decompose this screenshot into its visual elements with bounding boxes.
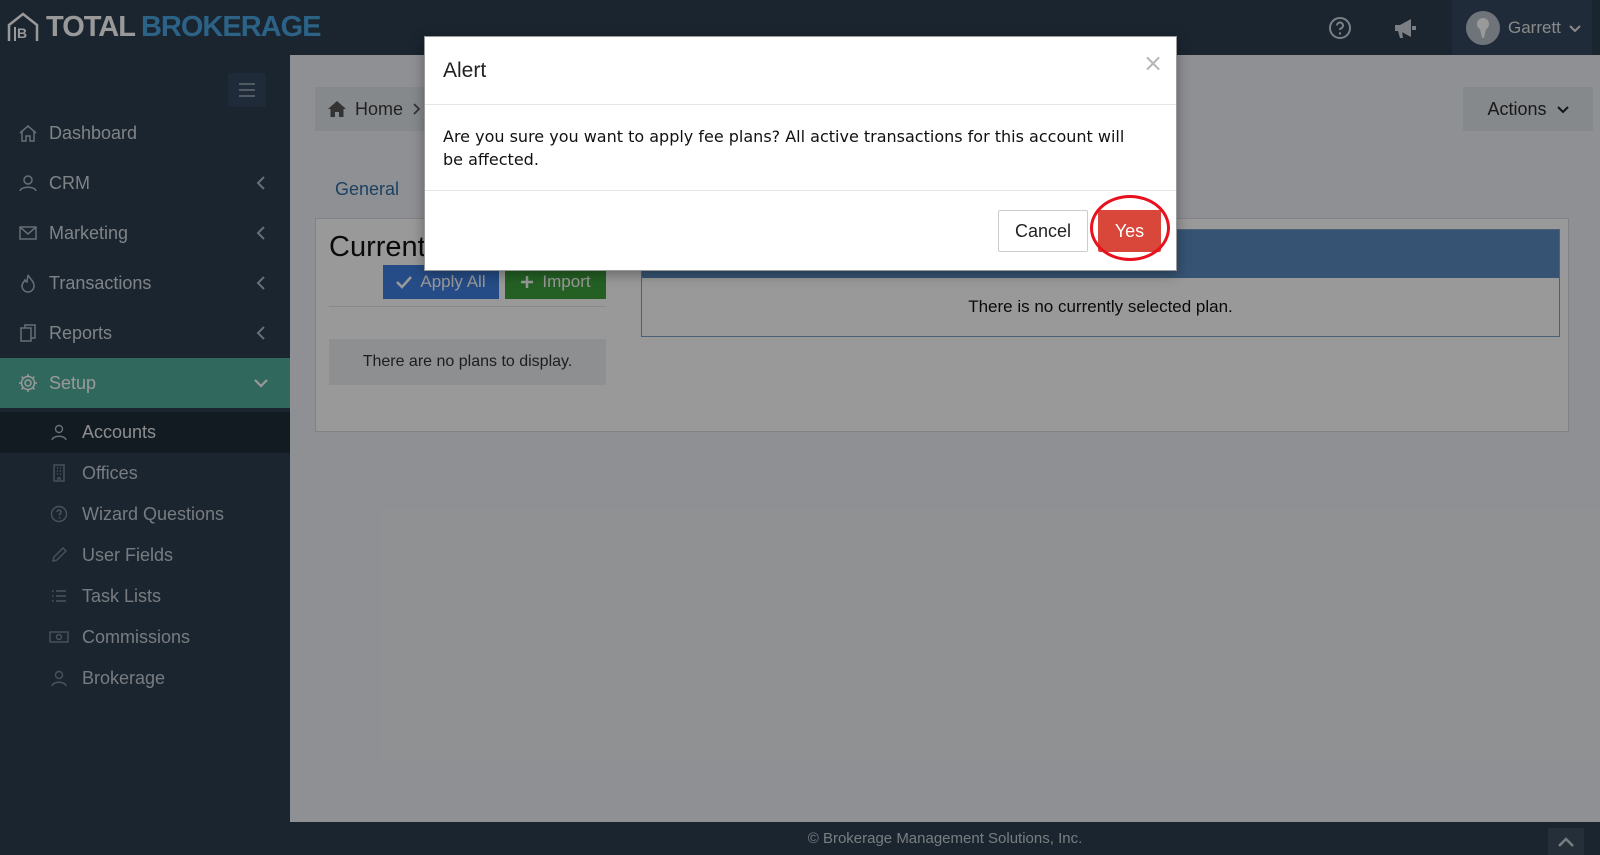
modal-title: Alert <box>443 59 487 82</box>
highlight-circle-annotation <box>1090 195 1170 261</box>
modal-footer: Cancel Yes <box>425 190 1176 271</box>
modal-header: Alert × <box>425 37 1176 105</box>
modal-message: Are you sure you want to apply fee plans… <box>443 127 1125 169</box>
cancel-button[interactable]: Cancel <box>998 210 1088 252</box>
close-icon[interactable]: × <box>1143 49 1163 77</box>
alert-dialog: Alert × Are you sure you want to apply f… <box>424 36 1177 271</box>
